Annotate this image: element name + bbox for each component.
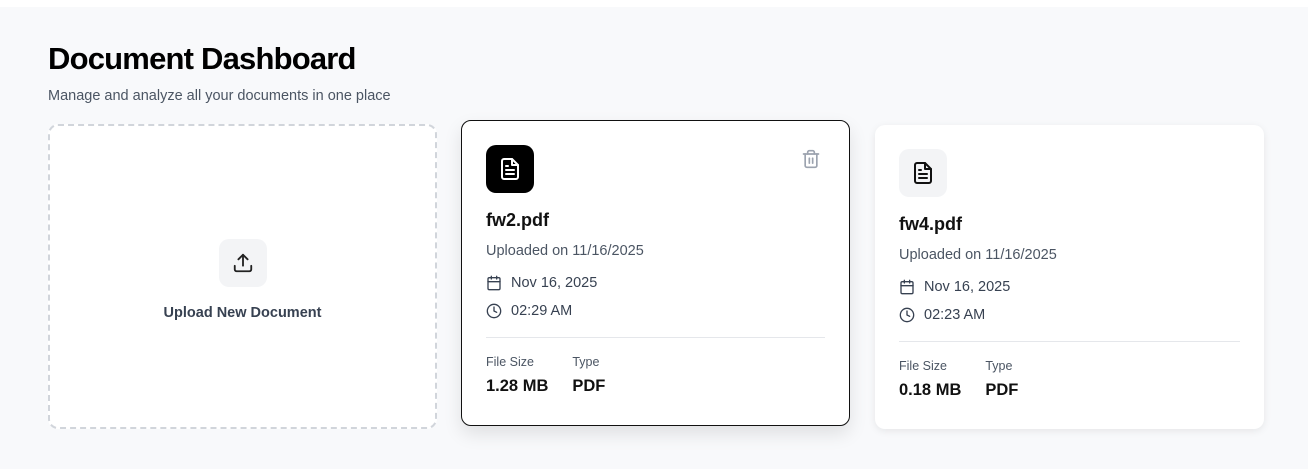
file-size-value: 1.28 MB [486,377,549,395]
card-divider [899,341,1240,342]
document-time: 02:23 AM [924,307,986,323]
document-card[interactable]: fw2.pdf Uploaded on 11/16/2025 Nov 16, 2… [461,120,850,426]
page-header: Document Dashboard Manage and analyze al… [48,41,391,105]
trash-icon[interactable] [801,149,821,169]
card-divider [486,337,825,338]
file-text-icon [914,162,932,184]
file-size-stat: File Size 0.18 MB [899,358,961,400]
file-text-icon [501,158,519,180]
file-type-stat: Type PDF [985,358,1018,400]
document-time-row: 02:29 AM [486,301,825,321]
document-date: Nov 16, 2025 [511,275,598,291]
document-name: fw4.pdf [899,214,962,234]
file-size-stat: File Size 1.28 MB [486,354,548,396]
file-type-stat: Type PDF [572,354,605,396]
document-date-row: Nov 16, 2025 [899,277,1240,297]
file-size-label: File Size [899,359,947,373]
upload-label: Upload New Document [163,304,322,321]
document-time-row: 02:23 AM [899,305,1240,325]
page-subtitle: Manage and analyze all your documents in… [48,88,391,104]
calendar-icon [900,279,914,295]
page-title: Document Dashboard [48,41,357,76]
upload-icon [233,253,252,272]
document-date-row: Nov 16, 2025 [486,273,825,293]
clock-icon [899,307,915,323]
file-size-value: 0.18 MB [899,381,962,399]
document-time: 02:29 AM [511,303,573,319]
document-card[interactable]: fw4.pdf Uploaded on 11/16/2025 Nov 16, 2… [875,125,1264,429]
upload-new-document-card[interactable]: Upload New Document [48,124,437,429]
file-type-value: PDF [985,381,1019,399]
file-size-label: File Size [486,355,534,369]
document-stats: File Size 0.18 MB Type PDF [899,358,1240,400]
document-uploaded-date: Uploaded on 11/16/2025 [486,243,644,259]
document-icon-container [486,145,534,193]
upload-icon-container [218,238,267,287]
file-type-label: Type [985,359,1013,373]
file-type-label: Type [572,355,600,369]
calendar-icon [487,275,501,291]
document-icon-container [899,149,947,197]
document-date: Nov 16, 2025 [924,279,1011,295]
document-uploaded-date: Uploaded on 11/16/2025 [899,247,1057,263]
document-stats: File Size 1.28 MB Type PDF [486,354,825,396]
clock-icon [486,303,502,319]
file-type-value: PDF [572,377,606,395]
document-name: fw2.pdf [486,210,549,230]
